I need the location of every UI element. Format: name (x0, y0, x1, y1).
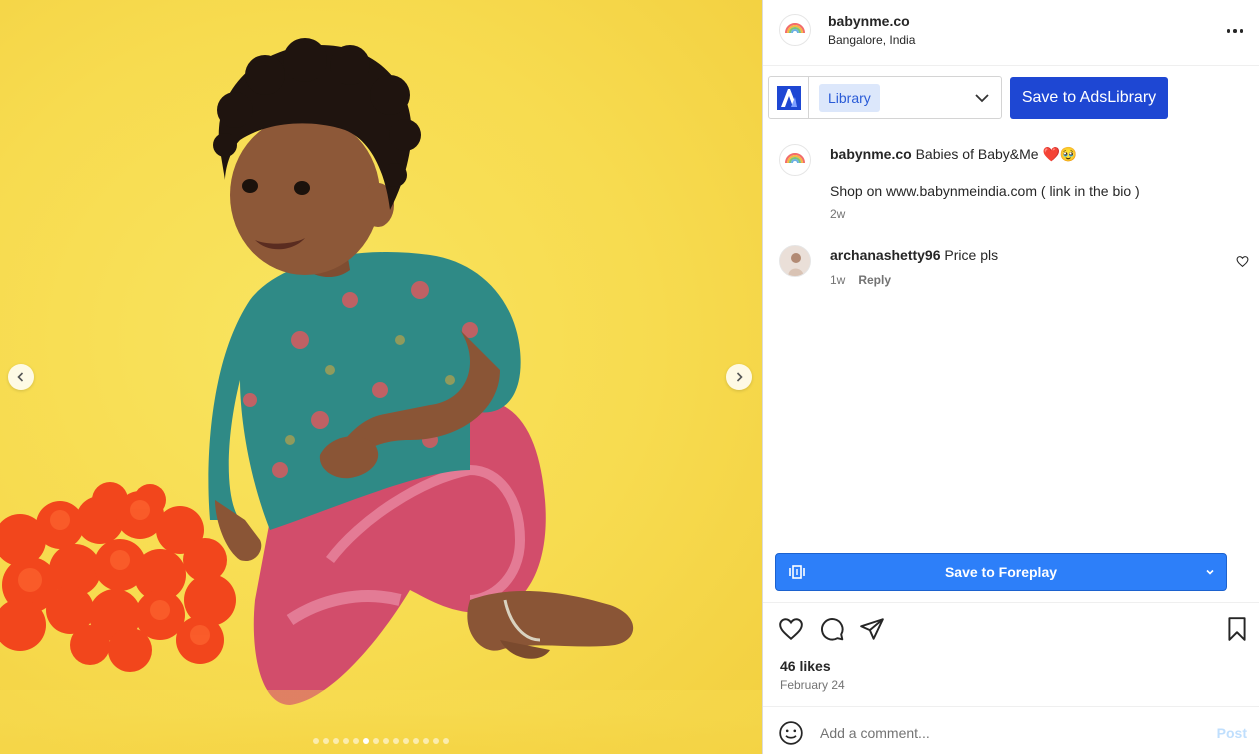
carousel-dot (423, 738, 429, 744)
next-slide-button[interactable] (726, 364, 752, 390)
divider (763, 706, 1259, 707)
post-comment-button[interactable]: Post (1217, 725, 1247, 741)
foot (467, 590, 634, 651)
likes-count[interactable]: 46 likes (780, 658, 831, 674)
chevron-down-icon[interactable] (1204, 566, 1216, 578)
like-heart-icon[interactable] (778, 616, 804, 642)
carousel-dot (363, 738, 369, 744)
carousel-dot (393, 738, 399, 744)
chevron-down-icon (975, 94, 989, 103)
save-to-foreplay-button[interactable]: Save to Foreplay (775, 553, 1227, 591)
carousel-dot (333, 738, 339, 744)
caption-timestamp[interactable]: 2w (830, 207, 845, 221)
foreplay-label: Save to Foreplay (944, 564, 1058, 580)
comment-text: Price pls (944, 247, 999, 263)
header-location[interactable]: Bangalore, India (828, 33, 915, 47)
carousel-dot (413, 738, 419, 744)
header-username[interactable]: babynme.co (828, 13, 910, 29)
comment: archanashetty96 Price pls (830, 247, 998, 263)
divider (763, 602, 1259, 603)
carousel-dot (353, 738, 359, 744)
library-select[interactable]: Library (768, 76, 1002, 119)
comment-input[interactable] (820, 722, 1200, 744)
emoji-icon[interactable] (778, 720, 804, 746)
save-to-adslibrary-button[interactable]: Save to AdsLibrary (1010, 77, 1168, 119)
post-header: babynme.co Bangalore, India (763, 0, 1259, 66)
library-chip[interactable]: Library (819, 84, 880, 112)
comment-username[interactable]: archanashetty96 (830, 247, 941, 263)
post-media (0, 0, 762, 754)
post-sidebar: babynme.co Bangalore, India Library Save… (762, 0, 1259, 754)
comment-bubble-icon[interactable] (819, 616, 845, 642)
bookmark-icon[interactable] (1224, 616, 1250, 642)
carousel-dot (433, 738, 439, 744)
comment-meta: 1w Reply (830, 273, 891, 287)
carousel-indicators (313, 738, 449, 744)
share-paper-plane-icon[interactable] (859, 616, 885, 642)
more-options-button[interactable] (1224, 20, 1246, 42)
carousel-dot (403, 738, 409, 744)
adslibrary-logo-icon (769, 77, 809, 118)
carousel-dot (323, 738, 329, 744)
carousel-dot (383, 738, 389, 744)
carousel-dot (313, 738, 319, 744)
chevron-right-icon (736, 372, 743, 382)
caption-body: Shop on www.babynmeindia.com ( link in t… (830, 183, 1140, 199)
carousel-dot (373, 738, 379, 744)
carousel-dot (343, 738, 349, 744)
post-date[interactable]: February 24 (780, 678, 845, 692)
avatar[interactable] (779, 14, 811, 46)
post-photo (0, 38, 762, 754)
more-icon (1226, 29, 1231, 33)
comment-heart-icon[interactable] (1236, 255, 1249, 268)
commenter-avatar[interactable] (779, 245, 811, 277)
rainbow-logo-icon (785, 23, 805, 34)
caption-username[interactable]: babynme.co (830, 146, 912, 162)
comment-timestamp[interactable]: 1w (830, 273, 845, 287)
reply-button[interactable]: Reply (858, 273, 891, 287)
chevron-left-icon (17, 372, 24, 382)
caption-text: Babies of Baby&Me ❤️🥹 (915, 146, 1078, 162)
child-face (230, 115, 380, 275)
carousel-dot (443, 738, 449, 744)
previous-slide-button[interactable] (8, 364, 34, 390)
user-photo-icon (780, 246, 810, 276)
caption: babynme.co Babies of Baby&Me ❤️🥹 (830, 146, 1077, 163)
rainbow-logo-icon (785, 153, 805, 164)
caption-avatar[interactable] (779, 144, 811, 176)
